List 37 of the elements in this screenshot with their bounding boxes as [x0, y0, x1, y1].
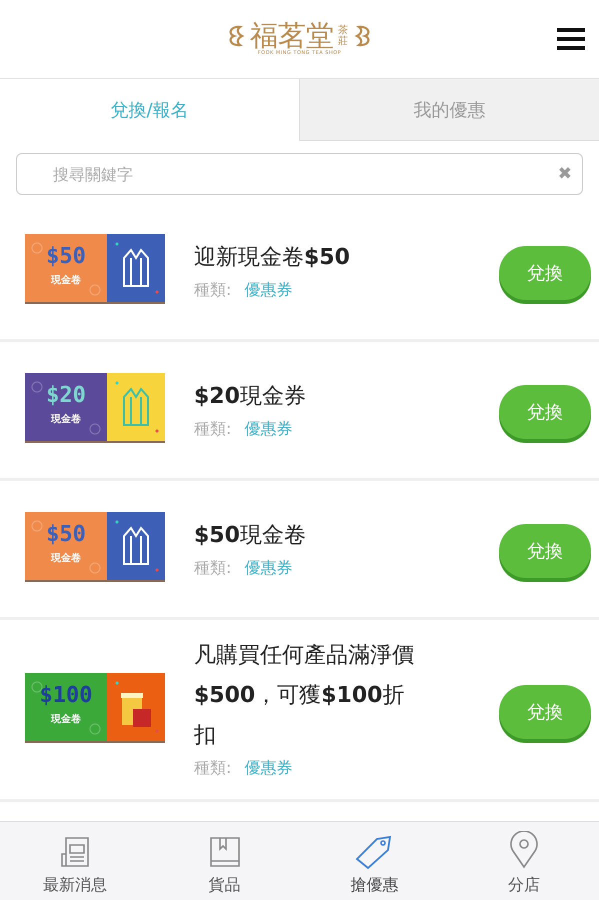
type-label: 種類:: [194, 558, 232, 576]
search-field[interactable]: 搜尋關鍵字 ✖: [16, 153, 583, 195]
nav-item[interactable]: 搶優惠: [300, 822, 450, 900]
nav-item[interactable]: 分店: [449, 822, 599, 900]
nav-item[interactable]: 貨品: [150, 822, 300, 900]
coupon-title: $50現金卷: [194, 522, 307, 550]
type-value: 優惠券: [244, 758, 292, 777]
type-label: 種類:: [194, 418, 232, 438]
coupon-label: 現金卷: [50, 412, 82, 426]
nav-item[interactable]: 最新消息: [0, 822, 150, 900]
coupon-title: $20現金券: [194, 382, 307, 410]
type-label: 種類:: [194, 280, 232, 298]
logo-suffix: 茶莊: [338, 25, 349, 47]
coupon-amount: $100: [38, 682, 94, 708]
coupon-label: 現金卷: [50, 274, 82, 287]
location-pin-icon: [509, 831, 540, 869]
coupon-title: 凡購買任何產品滿淨價$500，可獲$100折扣: [194, 642, 415, 750]
redeem-button[interactable]: 兌換: [499, 524, 591, 578]
type-label: 種類:: [194, 758, 232, 777]
coupon-label: 現金卷: [50, 712, 82, 726]
redeem-button[interactable]: 兌換: [499, 684, 591, 738]
type-value: 優惠券: [244, 280, 292, 298]
coupon-amount: $50: [45, 522, 87, 547]
book-icon: [208, 835, 242, 869]
coupon-title: 迎新現金卷$50: [194, 244, 351, 272]
tag-icon: [355, 835, 394, 869]
coupon-amount: $50: [45, 244, 87, 269]
redeem-button[interactable]: 兌換: [499, 385, 591, 439]
logo-name: 福茗堂: [250, 22, 334, 50]
redeem-button[interactable]: 兌換: [499, 246, 591, 300]
tab[interactable]: 我的優惠: [299, 79, 599, 141]
coupon-label: 現金卷: [50, 552, 82, 565]
type-value: 優惠券: [244, 418, 292, 438]
menu-icon[interactable]: [557, 27, 585, 51]
clear-button[interactable]: ✖: [548, 164, 582, 184]
coupon-amount: $20: [45, 383, 87, 408]
type-value: 優惠券: [244, 558, 292, 576]
